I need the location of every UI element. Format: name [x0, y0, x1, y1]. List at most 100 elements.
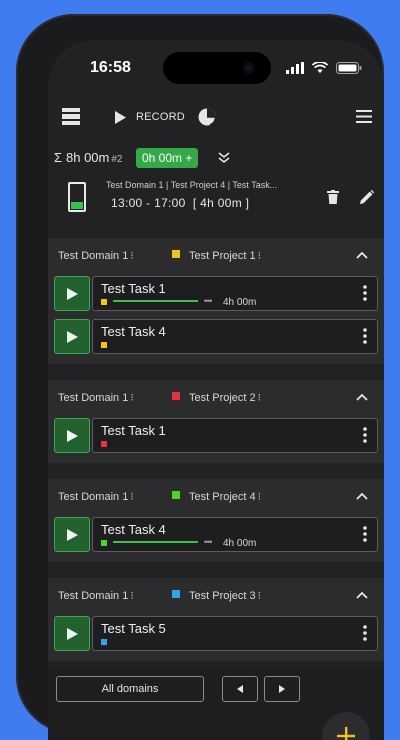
task-color-swatch [101, 540, 107, 546]
record-play-icon[interactable] [114, 111, 126, 124]
chevron-up-icon[interactable] [356, 393, 368, 401]
project-options-icon[interactable]: ⁝ [258, 491, 262, 503]
chevron-up-icon[interactable] [356, 591, 368, 599]
play-icon [66, 429, 78, 442]
play-icon [66, 287, 78, 300]
task-card[interactable]: Test Task 4 [92, 319, 378, 354]
more-options-icon[interactable] [363, 625, 367, 641]
project-options-icon[interactable]: ⁝ [258, 392, 262, 404]
task-color-swatch [101, 441, 107, 447]
layout-toggle-icon[interactable] [62, 108, 80, 126]
group-project[interactable]: Test Project 4 ⁝ [189, 490, 261, 503]
group-project-label: Test Project 1 [189, 250, 256, 262]
start-task-button[interactable] [54, 616, 90, 651]
more-options-icon[interactable] [363, 526, 367, 542]
total-duration: 8h 00m #2 [66, 150, 123, 165]
status-time: 16:58 [90, 59, 131, 76]
wifi-icon [312, 62, 328, 73]
group-project[interactable]: Test Project 2 ⁝ [189, 391, 261, 404]
task-row: Test Task 4 [54, 319, 384, 356]
add-button[interactable] [322, 712, 370, 740]
group-project-label: Test Project 4 [189, 491, 256, 503]
app-screen: 16:58 RECORD Σ 8h 00m #2 0h 00m + Test D… [48, 40, 384, 740]
task-group: Test Domain 1 ⁝ Test Project 4 ⁝ Test Task 4… [48, 479, 384, 562]
group-domain-label: Test Domain 1 [58, 250, 129, 262]
app-toolbar: RECORD [48, 102, 384, 134]
group-header: Test Domain 1 ⁝ Test Project 2 ⁝ [48, 380, 384, 412]
task-card[interactable]: Test Task 4 ••• 4h 00m [92, 517, 378, 552]
chevron-up-icon[interactable] [356, 492, 368, 500]
group-domain[interactable]: Test Domain 1⁝ [58, 490, 134, 503]
signal-icon [286, 62, 304, 74]
start-task-button[interactable] [54, 517, 90, 552]
all-domains-button[interactable]: All domains [56, 676, 204, 702]
delete-icon[interactable] [327, 190, 339, 204]
system-icons [286, 62, 362, 74]
progress-remaining-dots: ••• [204, 296, 212, 306]
running-time-badge[interactable]: 0h 00m + [136, 148, 199, 168]
entry-count: #2 [111, 154, 123, 165]
group-project-label: Test Project 2 [189, 392, 256, 404]
play-icon [66, 528, 78, 541]
task-card[interactable]: Test Task 1 ••• 4h 00m [92, 276, 378, 311]
task-row: Test Task 1 ••• 4h 00m [54, 276, 384, 313]
task-group: Test Domain 1 ⁝ Test Project 3 ⁝ Test Task 5 [48, 578, 384, 661]
task-group: Test Domain 1 ⁝ Test Project 1 ⁝ Test Task 1… [48, 238, 384, 364]
active-entry: Test Domain 1 | Test Project 4 | Test Ta… [48, 174, 384, 222]
total-time: 8h 00m [66, 150, 110, 165]
plus-icon [337, 727, 355, 740]
group-header: Test Domain 1 ⁝ Test Project 3 ⁝ [48, 578, 384, 610]
play-icon [66, 627, 78, 640]
more-options-icon[interactable] [363, 285, 367, 301]
task-name: Test Task 1 [101, 423, 166, 438]
status-bar: 16:58 [48, 58, 384, 80]
domain-options-icon[interactable]: ⁝ [130, 250, 134, 262]
next-button[interactable] [264, 676, 300, 702]
previous-button[interactable] [222, 676, 258, 702]
task-color-swatch [101, 639, 107, 645]
domain-options-icon[interactable]: ⁝ [130, 491, 134, 503]
expand-double-chevron-icon[interactable] [218, 152, 230, 164]
task-row: Test Task 4 ••• 4h 00m [54, 517, 384, 554]
pie-chart-icon[interactable] [198, 108, 216, 126]
group-domain[interactable]: Test Domain 1⁝ [58, 391, 134, 404]
project-options-icon[interactable]: ⁝ [258, 590, 262, 602]
edit-icon[interactable] [360, 190, 374, 204]
group-project-label: Test Project 3 [189, 590, 256, 602]
task-row: Test Task 5 [54, 616, 384, 653]
project-color-swatch [172, 392, 180, 400]
task-card[interactable]: Test Task 1 [92, 418, 378, 453]
battery-status-icon [336, 62, 362, 74]
more-options-icon[interactable] [363, 427, 367, 443]
domain-options-icon[interactable]: ⁝ [130, 392, 134, 404]
group-project[interactable]: Test Project 1 ⁝ [189, 249, 261, 262]
menu-icon[interactable] [356, 110, 372, 123]
group-project[interactable]: Test Project 3 ⁝ [189, 589, 261, 602]
task-card[interactable]: Test Task 5 [92, 616, 378, 651]
group-domain-label: Test Domain 1 [58, 590, 129, 602]
chevron-up-icon[interactable] [356, 251, 368, 259]
task-color-swatch [101, 342, 107, 348]
active-entry-path: Test Domain 1 | Test Project 4 | Test Ta… [106, 180, 278, 190]
task-duration: 4h 00m [223, 538, 257, 549]
group-header: Test Domain 1 ⁝ Test Project 4 ⁝ [48, 479, 384, 511]
task-name: Test Task 1 [101, 281, 166, 296]
task-row: Test Task 1 [54, 418, 384, 455]
more-options-icon[interactable] [363, 328, 367, 344]
task-group: Test Domain 1 ⁝ Test Project 2 ⁝ Test Task 1 [48, 380, 384, 463]
group-domain[interactable]: Test Domain 1⁝ [58, 589, 134, 602]
daily-summary: Σ 8h 00m #2 0h 00m + [48, 148, 384, 174]
task-progress-bar [113, 300, 198, 302]
task-name: Test Task 4 [101, 522, 166, 537]
play-icon [66, 330, 78, 343]
domain-options-icon[interactable]: ⁝ [130, 590, 134, 602]
start-task-button[interactable] [54, 319, 90, 354]
start-task-button[interactable] [54, 418, 90, 453]
record-button[interactable]: RECORD [136, 111, 185, 123]
sigma-label: Σ [54, 150, 63, 165]
group-domain[interactable]: Test Domain 1⁝ [58, 249, 134, 262]
project-options-icon[interactable]: ⁝ [258, 250, 262, 262]
active-timer-icon [68, 182, 86, 212]
active-entry-range: 13:00 - 17:00 [ 4h 00m ] [111, 196, 250, 210]
start-task-button[interactable] [54, 276, 90, 311]
